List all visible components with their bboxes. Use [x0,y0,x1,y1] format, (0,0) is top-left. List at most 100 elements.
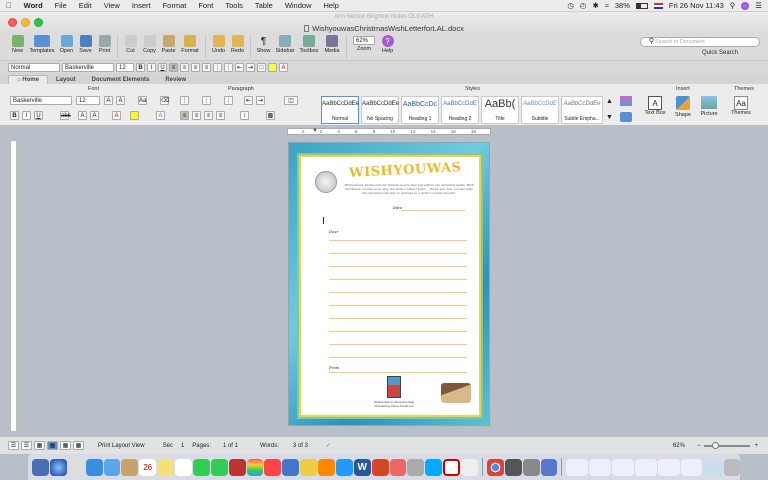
menu-view[interactable]: View [98,1,126,10]
subscript-button[interactable]: A [90,111,99,120]
spelling-check-icon[interactable]: ✓ [326,442,331,449]
books-icon[interactable] [318,458,335,476]
siri-dock-icon[interactable] [49,458,67,476]
minimized-window-icon[interactable] [612,458,634,476]
search-input[interactable]: Search in Document [640,37,760,47]
pages-app-icon[interactable] [300,458,317,476]
finder-icon[interactable] [32,458,49,476]
battery-icon[interactable] [635,2,648,9]
wifi-icon[interactable]: ≈ [605,1,609,10]
no-entry-icon[interactable] [443,458,461,476]
focus-view-button[interactable]: ▦ [73,441,84,450]
cut-button[interactable]: Cut [121,34,140,54]
publishing-view-button[interactable]: ▦ [34,441,45,450]
open-button[interactable]: Open [57,34,76,54]
minimized-window-icon[interactable] [680,458,703,476]
indent-marker-icon[interactable]: ▼ [312,128,318,134]
scissors-dock-icon[interactable] [461,458,478,476]
columns-button[interactable]: ◫ [284,96,298,105]
ribbon-font-select[interactable]: Baskerville [10,96,72,105]
ribbon-align-left-button[interactable]: ≡ [180,111,189,120]
ribbon-size-select[interactable]: 12 [76,96,100,105]
menu-font[interactable]: Font [192,1,219,10]
trash-icon[interactable] [724,458,741,476]
bullets-button[interactable]: ⋮ [213,62,222,72]
system-preferences-icon[interactable] [407,458,425,476]
redo-button[interactable]: Redo [228,34,247,54]
tab-document-elements[interactable]: Document Elements [84,76,158,84]
music-icon[interactable] [264,458,282,476]
show-button[interactable]: ¶ Show [254,34,273,55]
skype-icon[interactable] [425,458,443,476]
tab-home[interactable]: ⌂ Home [8,75,48,84]
ribbon-align-right-button[interactable]: ≡ [204,111,213,120]
photos-icon[interactable] [246,458,264,476]
vertical-ruler[interactable] [10,140,17,432]
style-title[interactable]: AaBb(Title [481,96,519,124]
draft-view-button[interactable]: ☰ [8,441,19,450]
highlight-button[interactable]: ​ [268,62,277,72]
styles-scroll-down-icon[interactable]: ▼ [606,114,613,121]
photo-booth-icon[interactable] [228,458,246,476]
menu-file[interactable]: File [49,1,73,10]
shading-button[interactable]: ▩ [266,111,275,120]
style-no-spacing[interactable]: AaBbCcDdEe No Spacing [361,96,399,124]
zoom-out-icon[interactable]: − [697,443,701,449]
save-button[interactable]: Save [76,34,95,54]
picture-button[interactable]: Picture [697,96,721,117]
outdent-button[interactable]: ⇤ [235,62,244,72]
mail-icon[interactable] [103,458,121,476]
zoom-in-icon[interactable]: + [754,443,758,449]
notification-center-icon[interactable]: ☰ [755,1,762,10]
menu-insert[interactable]: Insert [126,1,157,10]
justify-button[interactable]: ≡ [202,62,211,72]
paste-button[interactable]: Paste [159,34,178,54]
tab-layout[interactable]: Layout [48,76,84,84]
menu-help[interactable]: Help [318,1,345,10]
menu-format[interactable]: Format [157,1,193,10]
ribbon-bullets-button[interactable]: ⋮ [180,96,189,105]
preview-icon[interactable] [504,458,522,476]
borders-button[interactable]: □ [257,62,266,72]
font-select[interactable]: Baskerville [62,62,114,72]
multilevel-list-button[interactable]: ⋮ [224,96,233,105]
ribbon-justify-button[interactable]: ≡ [216,111,225,120]
ribbon-highlight-button[interactable]: ​ [130,111,139,120]
themes-button[interactable]: Aa Themes [728,96,754,116]
style-heading-1[interactable]: AaBbCcDc Heading 1 [401,96,439,124]
apple-icon[interactable]:  [0,1,18,10]
ribbon-underline-button[interactable]: U [34,111,43,120]
print-button[interactable]: Print [95,34,114,54]
ribbon-outdent-button[interactable]: ⇤ [244,96,253,105]
horizontal-ruler[interactable]: 2 2 4 6 8 10 12 14 16 18 ▼ [287,128,491,135]
styles-scroll-up-icon[interactable]: ▲ [606,98,613,105]
time-machine-icon[interactable]: ◷ [567,1,574,10]
change-case-button[interactable]: Aa [138,96,147,105]
facetime-icon[interactable] [192,458,210,476]
styles-pane-icon[interactable] [620,96,632,106]
menu-window[interactable]: Window [279,1,318,10]
help-button[interactable]: ? Help [378,34,397,54]
tab-review[interactable]: Review [157,76,194,84]
numbering-button[interactable]: ⋮ [224,62,233,72]
bold-button[interactable]: B [136,62,145,72]
bluetooth-icon[interactable]: ✱ [592,1,598,10]
format-painter-button[interactable]: Format [178,34,202,54]
font-size-select[interactable]: 12 [116,62,134,72]
safari-icon[interactable] [85,458,103,476]
document-page[interactable]: WISHYOUWAS Wishyouwas, Penny and her fri… [288,142,490,426]
sidebar-button[interactable]: Sidebar [273,34,297,54]
zoom-control[interactable]: 62% Zoom [350,34,378,52]
shape-button[interactable]: Shape [672,96,694,118]
powerpoint-icon[interactable] [371,458,389,476]
superscript-button[interactable]: A [78,111,87,120]
notebook-view-button[interactable]: ▦ [60,441,71,450]
zoom-select[interactable]: 62% [353,36,375,45]
shrink-font-button[interactable]: A [116,96,125,105]
clock-icon[interactable]: ◴ [580,1,587,10]
siri-icon[interactable] [741,1,750,10]
menu-table[interactable]: Table [249,1,279,10]
datetime[interactable]: Fri 26 Nov 11:43 [669,1,724,10]
image-capture-icon[interactable] [522,458,540,476]
reminders-icon[interactable] [175,458,192,476]
